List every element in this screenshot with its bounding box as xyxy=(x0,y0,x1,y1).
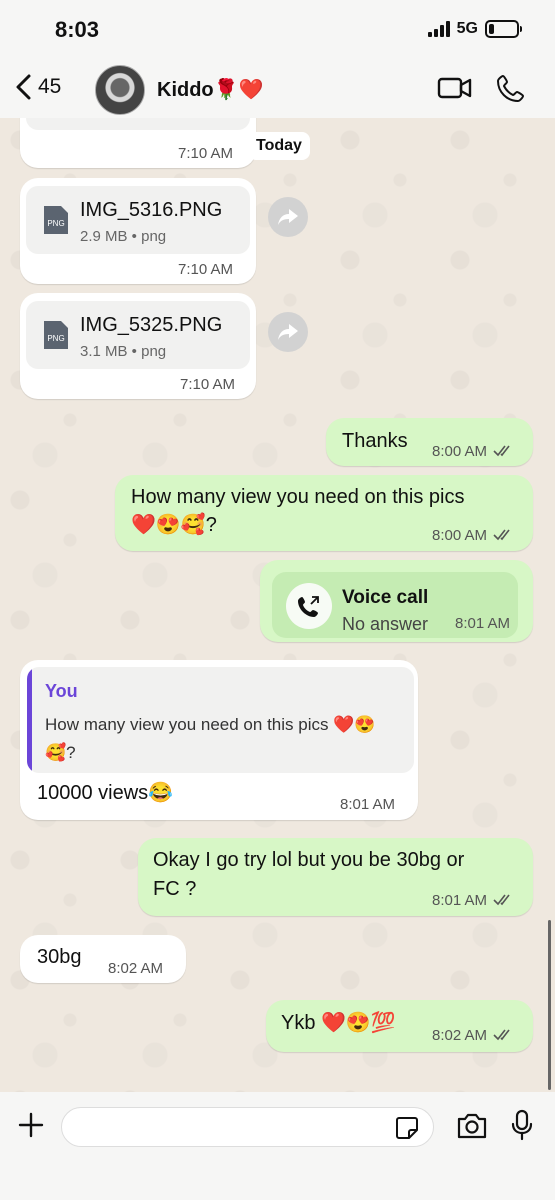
sticker-icon[interactable] xyxy=(395,1116,419,1145)
forward-button[interactable] xyxy=(268,197,308,237)
avatar[interactable] xyxy=(95,65,145,115)
quote-text: How many view you need on this pics ❤️😍🥰… xyxy=(45,715,376,762)
message-call[interactable]: Voice call No answer 8:01 AM xyxy=(260,560,533,642)
file-name: IMG_5325.PNG xyxy=(80,314,223,336)
message-time: 8:01 AM xyxy=(340,796,396,813)
message-text: ❤️😍🥰? xyxy=(131,514,217,536)
message-file[interactable]: PNG IMG_5325.PNG 3.1 MB • png 7:10 AM xyxy=(20,293,256,399)
plus-icon[interactable] xyxy=(18,1112,44,1143)
composer-bar xyxy=(0,1092,555,1200)
message-time: 7:10 AM xyxy=(178,145,234,162)
quoted-message[interactable]: You How many view you need on this pics … xyxy=(27,667,414,773)
microphone-icon[interactable] xyxy=(510,1109,534,1146)
scrollbar[interactable] xyxy=(548,920,551,1090)
message-time: 8:00 AM xyxy=(432,527,513,545)
back-chevron-icon xyxy=(16,74,31,100)
double-check-icon xyxy=(493,528,513,545)
message-text: 30bg xyxy=(37,946,82,968)
back-button[interactable]: 45 xyxy=(14,73,61,101)
message-input[interactable] xyxy=(61,1107,434,1147)
message-text: Thanks xyxy=(342,430,408,452)
svg-text:PNG: PNG xyxy=(47,219,64,228)
message-time: 7:10 AM xyxy=(178,261,234,278)
double-check-icon xyxy=(493,1028,513,1045)
phone-icon[interactable] xyxy=(496,74,525,107)
signal-icon xyxy=(427,21,450,37)
message-time: 8:02 AM xyxy=(108,960,164,977)
png-file-icon: PNG xyxy=(42,204,70,241)
message-text: Okay I go try lol but you be 30bg or xyxy=(153,849,465,871)
message-text: Ykb ❤️😍💯 xyxy=(281,1012,396,1034)
file-name: IMG_5316.PNG xyxy=(80,199,223,221)
message-time: 8:01 AM xyxy=(432,892,513,910)
message-outgoing[interactable]: Okay I go try lol but you be 30bg or FC … xyxy=(138,838,533,916)
status-time: 8:03 xyxy=(55,17,100,42)
quote-author: You xyxy=(45,681,78,701)
file-card[interactable]: PNG IMG_5316.PNG 2.9 MB • png xyxy=(26,186,250,254)
message-time: 8:02 AM xyxy=(432,1027,513,1045)
contact-name[interactable]: Kiddo🌹❤️ xyxy=(157,77,263,102)
video-call-icon[interactable] xyxy=(437,74,473,107)
message-reply[interactable]: You How many view you need on this pics … xyxy=(20,660,418,820)
date-separator: Today xyxy=(248,132,310,160)
unread-count: 45 xyxy=(38,75,62,98)
svg-text:PNG: PNG xyxy=(47,334,64,343)
message-file[interactable]: PNG IMG_5316.PNG 2.9 MB • png 7:10 AM xyxy=(20,178,256,284)
forward-icon xyxy=(278,324,298,340)
file-meta: 3.1 MB • png xyxy=(80,343,167,360)
call-subtitle: No answer xyxy=(342,614,429,634)
missed-call-icon xyxy=(286,583,332,629)
call-title: Voice call xyxy=(342,587,429,608)
chat-background: 7:10 AM Today PNG IMG_5316.PNG 2.9 MB • … xyxy=(0,0,555,1200)
message-outgoing[interactable]: Ykb ❤️😍💯 8:02 AM xyxy=(266,1000,533,1052)
chat-header: 8:03 5G 45 Kiddo🌹❤️ xyxy=(0,0,555,118)
forward-button[interactable] xyxy=(268,312,308,352)
camera-icon[interactable] xyxy=(456,1113,488,1144)
message-incoming[interactable]: 30bg 8:02 AM xyxy=(20,935,186,983)
network-label: 5G xyxy=(456,20,478,37)
png-file-icon: PNG xyxy=(42,319,70,356)
double-check-icon xyxy=(493,893,513,910)
message-text: FC ? xyxy=(153,878,197,900)
message-time: 8:00 AM xyxy=(432,443,513,461)
message-text: 10000 views😂 xyxy=(37,782,174,804)
quote-bar xyxy=(27,667,32,773)
status-indicators: 5G xyxy=(427,20,522,38)
file-meta: 2.9 MB • png xyxy=(80,228,167,245)
battery-icon xyxy=(485,20,522,38)
message-outgoing[interactable]: How many view you need on this pics ❤️😍🥰… xyxy=(115,475,533,551)
forward-icon xyxy=(278,209,298,225)
message-time: 8:01 AM xyxy=(455,615,511,632)
double-check-icon xyxy=(493,444,513,461)
message-time: 7:10 AM xyxy=(180,376,236,393)
message-outgoing[interactable]: Thanks 8:00 AM xyxy=(326,418,533,466)
message-text: How many view you need on this pics xyxy=(131,486,465,508)
file-card[interactable]: PNG IMG_5325.PNG 3.1 MB • png xyxy=(26,301,250,369)
